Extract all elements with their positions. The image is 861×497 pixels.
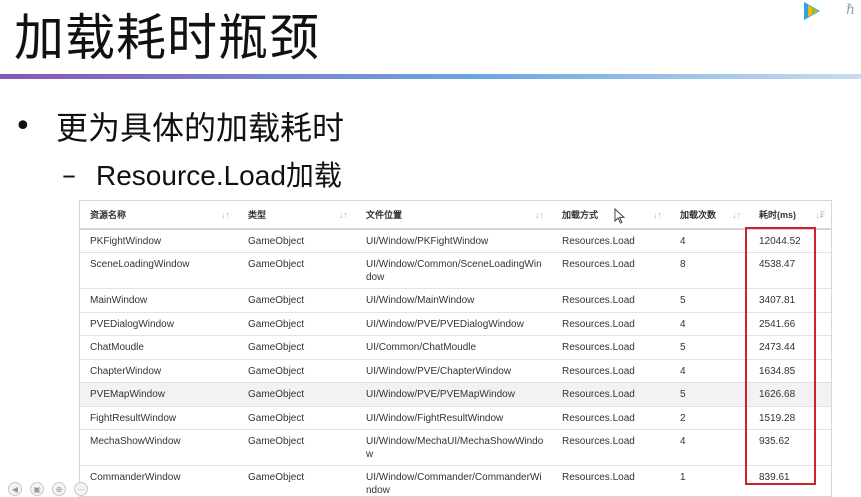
cell-path: UI/Common/ChatMoudle: [356, 335, 552, 359]
table-row[interactable]: FightResultWindow GameObject UI/Window/F…: [80, 405, 831, 430]
sort-icon[interactable]: ↓↑: [732, 210, 741, 220]
sort-icon[interactable]: ↓↑: [221, 210, 230, 220]
cell-method: Resources.Load: [552, 228, 670, 253]
sort-icon[interactable]: ↓₣: [815, 210, 825, 220]
sub-bullet-text: Resource.Load加载: [96, 160, 342, 191]
cell-method: Resources.Load: [552, 382, 670, 406]
back-icon[interactable]: ◀: [8, 482, 22, 496]
more-icon[interactable]: ⋯: [74, 482, 88, 496]
cell-count: 4: [670, 429, 749, 466]
cell-method: Resources.Load: [552, 335, 670, 359]
cell-name: PKFightWindow: [80, 228, 238, 253]
data-table: 资源名称 ↓↑ 类型 ↓↑ 文件位置 ↓↑ 加载方式 ↓↑ 加载次数 ↓↑ 耗时(ms) ↓…: [80, 201, 831, 496]
zoom-icon[interactable]: ⊕: [52, 482, 66, 496]
mouse-cursor-icon: [614, 208, 626, 224]
table-row[interactable]: ChatMoudle GameObject UI/Common/ChatMoud…: [80, 335, 831, 359]
table-row[interactable]: MainWindow GameObject UI/Window/MainWind…: [80, 288, 831, 312]
cell-count: 5: [670, 382, 749, 406]
resource-load-table: 资源名称 ↓↑ 类型 ↓↑ 文件位置 ↓↑ 加载方式 ↓↑ 加载次数 ↓↑ 耗时(ms) ↓…: [79, 200, 832, 497]
cell-type: GameObject: [238, 465, 356, 496]
table-row[interactable]: PKFightWindow GameObject UI/Window/PKFig…: [80, 228, 831, 253]
time-column-highlight: [745, 227, 816, 485]
cell-path: UI/Window/PVE/ChapterWindow: [356, 358, 552, 383]
cell-method: Resources.Load: [552, 358, 670, 383]
cell-path: UI/Window/PVE/PVEDialogWindow: [356, 311, 552, 336]
cell-path: UI/Window/PVE/PVEMapWindow: [356, 382, 552, 406]
cell-name: PVEDialogWindow: [80, 311, 238, 336]
cell-count: 8: [670, 252, 749, 289]
cell-method: Resources.Load: [552, 252, 670, 289]
cell-name: PVEMapWindow: [80, 382, 238, 406]
cell-type: GameObject: [238, 358, 356, 383]
sub-bullet-item: – Resource.Load加载: [62, 153, 342, 195]
cell-path: UI/Window/PKFightWindow: [356, 228, 552, 253]
bullet-item: • 更为具体的加载耗时: [14, 104, 344, 148]
table-row[interactable]: ChapterWindow GameObject UI/Window/PVE/C…: [80, 358, 831, 383]
cell-count: 1: [670, 465, 749, 496]
cell-type: GameObject: [238, 228, 356, 253]
column-header-method[interactable]: 加载方式 ↓↑: [552, 201, 670, 230]
sort-icon[interactable]: ↓↑: [339, 210, 348, 220]
cell-path: UI/Window/FightResultWindow: [356, 405, 552, 430]
column-header-type[interactable]: 类型 ↓↑: [238, 201, 356, 230]
table-row[interactable]: SceneLoadingWindow GameObject UI/Window/…: [80, 252, 831, 289]
tencent-video-logo-icon: [804, 2, 820, 20]
cell-name: ChapterWindow: [80, 358, 238, 383]
cell-type: GameObject: [238, 429, 356, 466]
cell-path: UI/Window/Common/SceneLoadingWindow: [356, 252, 552, 289]
sort-icon[interactable]: ↓↑: [653, 210, 662, 220]
table-row[interactable]: CommanderWindow GameObject UI/Window/Com…: [80, 465, 831, 496]
cell-count: 4: [670, 358, 749, 383]
cell-path: UI/Window/MechaUI/MechaShowWindow: [356, 429, 552, 466]
cell-name: MainWindow: [80, 288, 238, 312]
sort-icon[interactable]: ↓↑: [535, 210, 544, 220]
cell-count: 5: [670, 335, 749, 359]
cell-method: Resources.Load: [552, 405, 670, 430]
table-row[interactable]: PVEDialogWindow GameObject UI/Window/PVE…: [80, 311, 831, 336]
cell-method: Resources.Load: [552, 311, 670, 336]
column-header-count[interactable]: 加载次数 ↓↑: [670, 201, 749, 230]
column-header-name[interactable]: 资源名称 ↓↑: [80, 201, 238, 230]
cell-type: GameObject: [238, 311, 356, 336]
cell-type: GameObject: [238, 288, 356, 312]
cell-name: CommanderWindow: [80, 465, 238, 496]
corner-glyph: ℏ: [846, 2, 856, 18]
bullet-text: 更为具体的加载耗时: [56, 109, 345, 147]
cell-count: 4: [670, 311, 749, 336]
cell-count: 4: [670, 228, 749, 253]
cell-type: GameObject: [238, 405, 356, 430]
cell-name: ChatMoudle: [80, 335, 238, 359]
table-row[interactable]: PVEMapWindow GameObject UI/Window/PVE/PV…: [80, 382, 831, 406]
cell-name: MechaShowWindow: [80, 429, 238, 466]
cell-path: UI/Window/Commander/CommanderWindow: [356, 465, 552, 496]
table-row[interactable]: MechaShowWindow GameObject UI/Window/Mec…: [80, 429, 831, 466]
cell-type: GameObject: [238, 252, 356, 289]
cell-method: Resources.Load: [552, 465, 670, 496]
slide-title: 加载耗时瓶颈: [14, 9, 320, 67]
column-header-path[interactable]: 文件位置 ↓↑: [356, 201, 552, 230]
title-rule: [0, 74, 861, 79]
cell-type: GameObject: [238, 382, 356, 406]
bullet-dot-icon: •: [14, 108, 32, 144]
table-header-row: 资源名称 ↓↑ 类型 ↓↑ 文件位置 ↓↑ 加载方式 ↓↑ 加载次数 ↓↑ 耗时(ms) ↓…: [80, 201, 831, 230]
cell-method: Resources.Load: [552, 429, 670, 466]
copy-icon[interactable]: ▣: [30, 482, 44, 496]
cell-method: Resources.Load: [552, 288, 670, 312]
cell-count: 2: [670, 405, 749, 430]
cell-type: GameObject: [238, 335, 356, 359]
cell-path: UI/Window/MainWindow: [356, 288, 552, 312]
bottom-toolbar: ◀ ▣ ⊕ ⋯: [8, 482, 88, 497]
cell-name: SceneLoadingWindow: [80, 252, 238, 289]
cell-count: 5: [670, 288, 749, 312]
column-header-time[interactable]: 耗时(ms) ↓₣: [749, 201, 831, 230]
cell-name: FightResultWindow: [80, 405, 238, 430]
dash-icon: –: [62, 157, 76, 191]
